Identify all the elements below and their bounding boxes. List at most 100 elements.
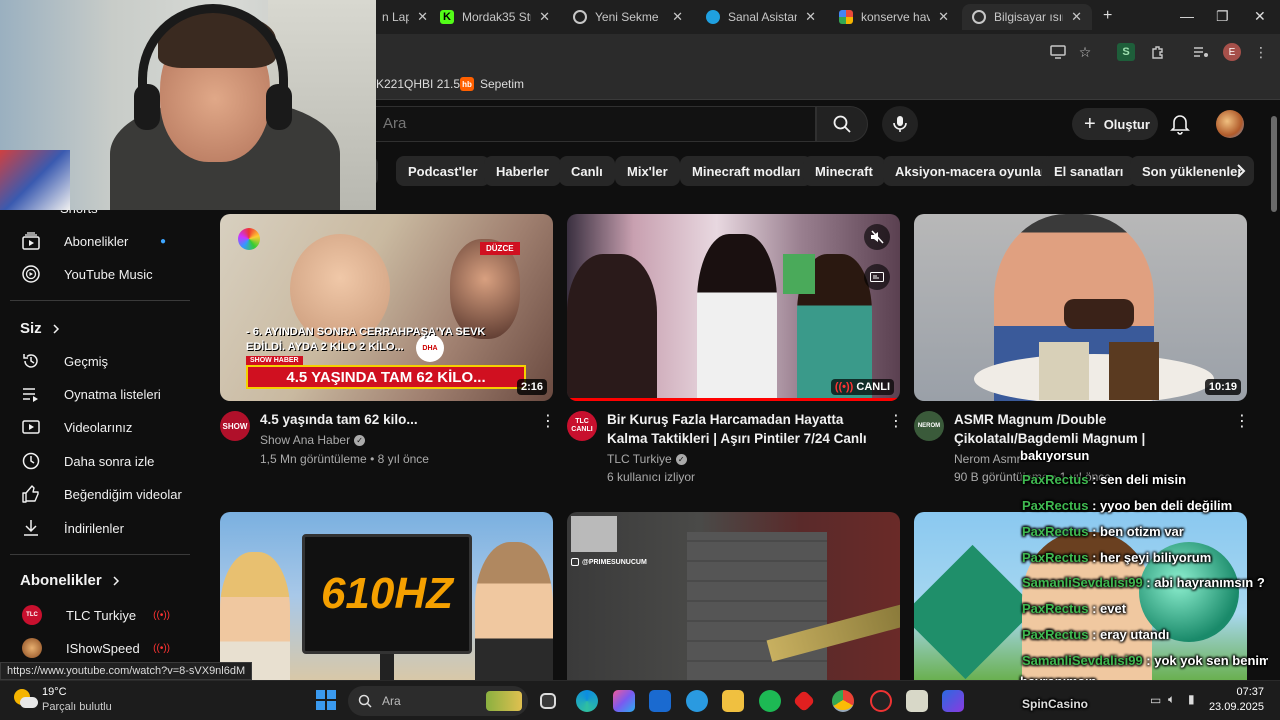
channel-name[interactable]: Nerom Asmr — [954, 450, 1021, 468]
media-control-icon[interactable] — [1192, 43, 1210, 61]
video-thumbnail[interactable]: 610HZ — [220, 512, 553, 680]
task-view-icon[interactable] — [540, 693, 556, 709]
mute-button[interactable] — [864, 224, 890, 250]
weather-widget[interactable] — [14, 689, 38, 713]
taskbar-search[interactable]: Ara — [348, 686, 528, 716]
video-title[interactable]: 4.5 yaşında tam 62 kilo... — [260, 410, 532, 430]
sidebar-subscription-ishowspeed[interactable]: IShowSpeed ((•)) — [0, 631, 190, 665]
extensions-icon[interactable] — [1149, 43, 1167, 61]
notepad-icon[interactable] — [906, 690, 928, 712]
close-icon[interactable]: ✕ — [1071, 9, 1082, 25]
channel-avatar[interactable]: SHOW — [220, 411, 250, 441]
weather-desc[interactable]: Parçalı bulutlu — [42, 701, 112, 713]
sidebar-item-history[interactable]: Geçmiş — [0, 344, 190, 378]
spotify-icon[interactable] — [759, 690, 781, 712]
notifications-button[interactable] — [1170, 113, 1190, 140]
chat-message-partial: bakıyorsun — [1020, 448, 1090, 462]
sidebar-item-playlists[interactable]: Oynatma listeleri — [0, 377, 190, 411]
video-thumbnail[interactable]: ((•)) CANLI — [567, 214, 900, 401]
chip[interactable]: Haberler — [484, 156, 561, 186]
browser-tab-active[interactable]: Bilgisayar ısınma ✕ — [962, 4, 1092, 30]
account-avatar[interactable] — [1216, 110, 1244, 138]
more-options-icon[interactable]: ⋮ — [540, 411, 556, 431]
weather-temp[interactable]: 19°C — [42, 686, 67, 698]
maximize-button[interactable]: ❐ — [1216, 8, 1229, 25]
file-explorer-icon[interactable] — [722, 690, 744, 712]
channel-name-row[interactable]: TLC Turkiye ✓ — [607, 450, 687, 468]
chevron-right-icon[interactable] — [1236, 163, 1246, 184]
app-icon-dark[interactable] — [870, 690, 892, 712]
browser-tab[interactable]: konserve hava - ✕ — [829, 4, 959, 30]
browser-tab[interactable]: Yeni Sekme ✕ — [563, 4, 693, 30]
app-icon-m[interactable] — [942, 690, 964, 712]
browser-tab[interactable]: n Lap ✕ — [372, 4, 438, 30]
video-meta: 1,5 Mn görüntüleme • 8 yıl önce — [260, 452, 429, 466]
browser-tab[interactable]: K Mordak35 Strea ✕ — [430, 4, 560, 30]
extension-s-icon[interactable]: S — [1117, 43, 1135, 61]
close-window-button[interactable]: ✕ — [1254, 8, 1266, 25]
menu-dots-icon[interactable]: ⋮ — [1252, 43, 1270, 61]
voice-search-button[interactable] — [882, 106, 918, 142]
sidebar-item-watch-later[interactable]: Daha sonra izle — [0, 444, 190, 478]
chip[interactable]: Canlı — [559, 156, 615, 186]
close-icon[interactable]: ✕ — [417, 9, 428, 25]
thumbnail-text: 610HZ — [302, 534, 472, 654]
video-thumbnail[interactable]: 10:19 — [914, 214, 1247, 401]
search-button[interactable] — [816, 106, 868, 142]
playlists-icon — [23, 388, 38, 402]
captions-button[interactable] — [864, 264, 890, 290]
channel-avatar[interactable]: TLC CANLI — [567, 411, 597, 441]
install-app-icon[interactable] — [1049, 43, 1067, 61]
help-icon[interactable] — [686, 690, 708, 712]
network-icon[interactable]: ▭ — [1150, 693, 1161, 707]
close-icon[interactable]: ✕ — [938, 9, 949, 25]
new-tab-button[interactable]: + — [1103, 7, 1112, 25]
volume-icon[interactable]: 🔈︎ — [1168, 692, 1175, 707]
minimize-button[interactable]: — — [1180, 8, 1194, 24]
store-icon[interactable] — [649, 690, 671, 712]
app-icon-red[interactable] — [792, 689, 816, 713]
video-title[interactable]: ASMR Magnum /Double Çikolatalı/Bagdemli … — [954, 410, 1229, 450]
captions-icon — [870, 272, 884, 282]
chrome-icon[interactable] — [832, 690, 854, 712]
chip[interactable]: Minecraft modları — [680, 156, 813, 186]
sidebar-item-downloads[interactable]: İndirilenler — [0, 511, 190, 545]
bookmark-star-icon[interactable]: ☆ — [1076, 43, 1094, 61]
windows-start-icon[interactable] — [316, 690, 336, 710]
video-title[interactable]: Bir Kuruş Fazla Harcamadan Hayatta Kalma… — [607, 410, 882, 450]
page-scrollbar-thumb[interactable] — [1271, 116, 1277, 212]
profile-avatar[interactable]: E — [1223, 43, 1241, 61]
edge-icon[interactable] — [576, 690, 598, 712]
bookmark-item[interactable]: hb Sepetim — [460, 77, 524, 91]
channel-avatar[interactable]: NEROM — [914, 411, 944, 441]
create-button[interactable]: + Oluştur — [1072, 108, 1158, 140]
browser-tab[interactable]: Sanal Asistan ✕ — [696, 4, 826, 30]
search-input[interactable] — [383, 115, 783, 132]
channel-name-row[interactable]: Show Ana Haber ✓ — [260, 431, 366, 449]
clock-time[interactable]: 07:37 — [1212, 686, 1264, 698]
copilot-icon[interactable] — [613, 690, 635, 712]
close-icon[interactable]: ✕ — [672, 9, 683, 25]
clock-date[interactable]: 23.09.2025 — [1202, 701, 1264, 713]
more-options-icon[interactable]: ⋮ — [888, 411, 904, 431]
sidebar-section-you[interactable]: Siz — [20, 320, 60, 337]
video-thumbnail[interactable]: DÜZCE DHA - 6. AYINDAN SONRA CERRAHPAŞA'… — [220, 214, 553, 401]
more-options-icon[interactable]: ⋮ — [1234, 411, 1250, 431]
close-icon[interactable]: ✕ — [539, 9, 550, 25]
chip[interactable]: Podcast'ler — [396, 156, 490, 186]
bookmark-item[interactable]: K221QHBI 21.5... — [376, 77, 470, 91]
sidebar-item-liked-videos[interactable]: Beğendiğim videolar — [0, 477, 190, 511]
sidebar-item-subscriptions[interactable]: Abonelikler ● — [0, 224, 190, 258]
video-thumbnail[interactable]: @PRIMESUNUCUM — [567, 512, 900, 680]
chip[interactable]: El sanatları — [1042, 156, 1136, 186]
chip[interactable]: Minecraft — [803, 156, 885, 186]
sidebar-section-subscriptions[interactable]: Abonelikler — [20, 572, 120, 589]
sidebar-item-your-videos[interactable]: Videolarınız — [0, 410, 190, 444]
sidebar-item-youtube-music[interactable]: YouTube Music — [0, 257, 190, 291]
chip[interactable]: Mix'ler — [615, 156, 680, 186]
close-icon[interactable]: ✕ — [805, 9, 816, 25]
sidebar-subscription-tlc[interactable]: TLC TLC Turkiye ((•)) — [0, 598, 190, 632]
battery-icon[interactable]: ▮ — [1188, 692, 1195, 706]
chip[interactable]: Aksiyon-macera oyunları — [883, 156, 1062, 186]
tab-label: Yeni Sekme — [595, 10, 659, 24]
